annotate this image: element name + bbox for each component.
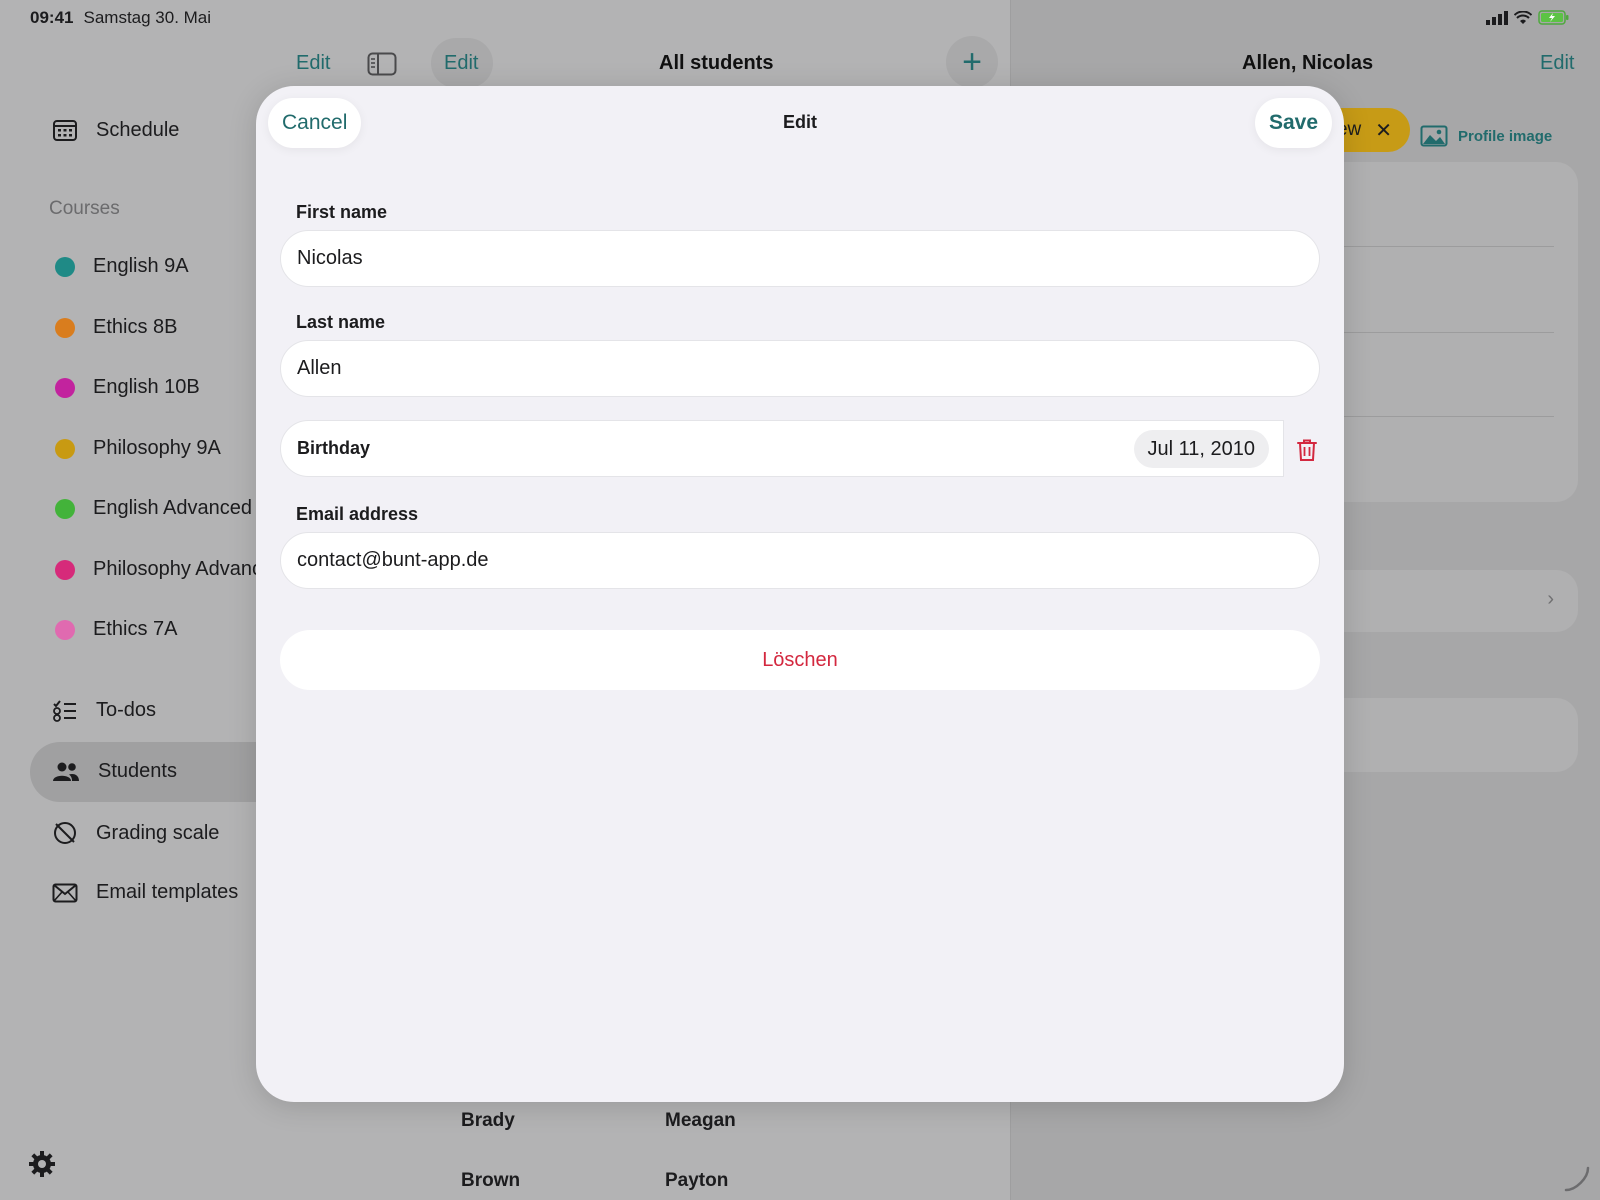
courses-header: Courses xyxy=(49,198,120,219)
course-color-dot xyxy=(55,498,75,519)
list-title: All students xyxy=(659,52,774,74)
course-label: Ethics 7A xyxy=(93,618,178,640)
sidebar-item-label: Schedule xyxy=(96,118,180,141)
trash-icon[interactable] xyxy=(1296,438,1318,462)
plus-icon: + xyxy=(962,42,982,81)
status-icons xyxy=(1486,10,1570,25)
sidebar-course-item[interactable]: Ethics 8B xyxy=(55,316,177,339)
birthday-row: Birthday Jul 11, 2010 xyxy=(280,420,1284,477)
email-label: Email address xyxy=(296,504,419,524)
course-label: Ethics 8B xyxy=(93,316,178,338)
student-last-name[interactable]: Brown xyxy=(461,1170,520,1192)
last-name-value: Allen xyxy=(297,357,342,379)
email-value: contact@bunt-app.de xyxy=(297,549,489,571)
people-icon xyxy=(53,762,79,781)
battery-icon xyxy=(1538,10,1569,25)
delete-student-button[interactable]: Löschen xyxy=(280,630,1320,690)
student-first-name[interactable]: Meagan xyxy=(665,1110,736,1132)
sidebar-item-label: To-dos xyxy=(96,699,157,721)
signal-icon xyxy=(1486,10,1508,25)
chevron-right-icon: › xyxy=(1547,588,1554,610)
profile-image-label: Profile image xyxy=(1458,127,1553,145)
first-name-field[interactable]: Nicolas xyxy=(280,230,1320,287)
sidebar-item-label: Students xyxy=(98,760,177,782)
sidebar-item-students[interactable]: Students xyxy=(52,760,177,783)
sidebar-toggle-icon[interactable] xyxy=(367,52,397,76)
grading-scale-icon xyxy=(54,822,76,844)
last-name-label: Last name xyxy=(296,312,386,332)
first-name-label: First name xyxy=(296,202,388,222)
course-label: English 10B xyxy=(93,376,200,398)
sidebar-course-item[interactable]: Ethics 7A xyxy=(55,618,177,641)
email-field[interactable]: contact@bunt-app.de xyxy=(280,532,1320,589)
course-label: Philosophy 9A xyxy=(93,437,221,459)
edit-student-sheet: Cancel Edit Save First name Nicolas Last… xyxy=(256,86,1344,1102)
resize-handle-icon[interactable] xyxy=(1562,1164,1592,1194)
sheet-title: Edit xyxy=(783,112,817,132)
sidebar-course-item[interactable]: Philosophy Advanced xyxy=(55,558,284,581)
calendar-icon xyxy=(53,120,77,141)
photo-icon xyxy=(1420,125,1448,147)
wifi-icon xyxy=(1514,10,1532,24)
detail-edit-button[interactable]: Edit xyxy=(1540,52,1574,75)
birthday-date-picker[interactable]: Jul 11, 2010 xyxy=(1133,430,1269,468)
sidebar-item-todos[interactable]: To-dos xyxy=(52,699,156,722)
sidebar-item-schedule[interactable]: Schedule xyxy=(52,118,179,142)
save-button[interactable]: Save xyxy=(1254,98,1332,148)
add-student-button[interactable]: + xyxy=(946,36,998,88)
sidebar-item-label: Grading scale xyxy=(96,821,220,844)
profile-image-button[interactable]: Profile image xyxy=(1420,125,1552,147)
sidebar-item-email-templates[interactable]: Email templates xyxy=(52,881,238,904)
birthday-label: Birthday xyxy=(297,438,371,458)
course-label: English Advanced xyxy=(93,497,253,519)
status-date: Samstag 30. Mai xyxy=(83,8,212,27)
course-color-dot xyxy=(55,256,75,277)
close-icon[interactable]: ✕ xyxy=(1375,118,1392,143)
sidebar-item-grading[interactable]: Grading scale xyxy=(52,820,219,846)
sidebar-course-item[interactable]: English 9A xyxy=(55,255,189,278)
course-color-dot xyxy=(55,317,75,338)
course-color-dot xyxy=(55,377,75,398)
student-last-name[interactable]: Brady xyxy=(461,1110,515,1132)
checklist-icon xyxy=(53,699,76,722)
sidebar-edit-button[interactable]: Edit xyxy=(296,52,330,75)
course-label: English 9A xyxy=(93,255,189,277)
settings-gear-icon[interactable] xyxy=(28,1150,56,1178)
status-bar: 09:41 Samstag 30. Mai xyxy=(30,8,211,28)
sidebar-course-item[interactable]: Philosophy 9A xyxy=(55,437,221,460)
course-color-dot xyxy=(55,438,75,459)
envelope-icon xyxy=(52,883,78,902)
status-time: 09:41 xyxy=(30,8,74,27)
student-first-name[interactable]: Payton xyxy=(665,1170,728,1192)
last-name-field[interactable]: Allen xyxy=(280,340,1320,397)
detail-empty-row xyxy=(1330,698,1578,772)
list-edit-button[interactable]: Edit xyxy=(444,52,478,75)
detail-disclosure-row[interactable]: › xyxy=(1330,570,1578,632)
course-color-dot xyxy=(55,559,75,580)
sidebar-course-item[interactable]: English 10B xyxy=(55,376,200,399)
first-name-value: Nicolas xyxy=(297,247,363,269)
detail-title: Allen, Nicolas xyxy=(1242,52,1374,74)
course-color-dot xyxy=(55,619,75,640)
sidebar-item-label: Email templates xyxy=(96,881,239,903)
sidebar-course-item[interactable]: English Advanced xyxy=(55,497,252,520)
detail-info-card xyxy=(1330,162,1578,502)
birthday-value: Jul 11, 2010 xyxy=(1147,437,1256,460)
